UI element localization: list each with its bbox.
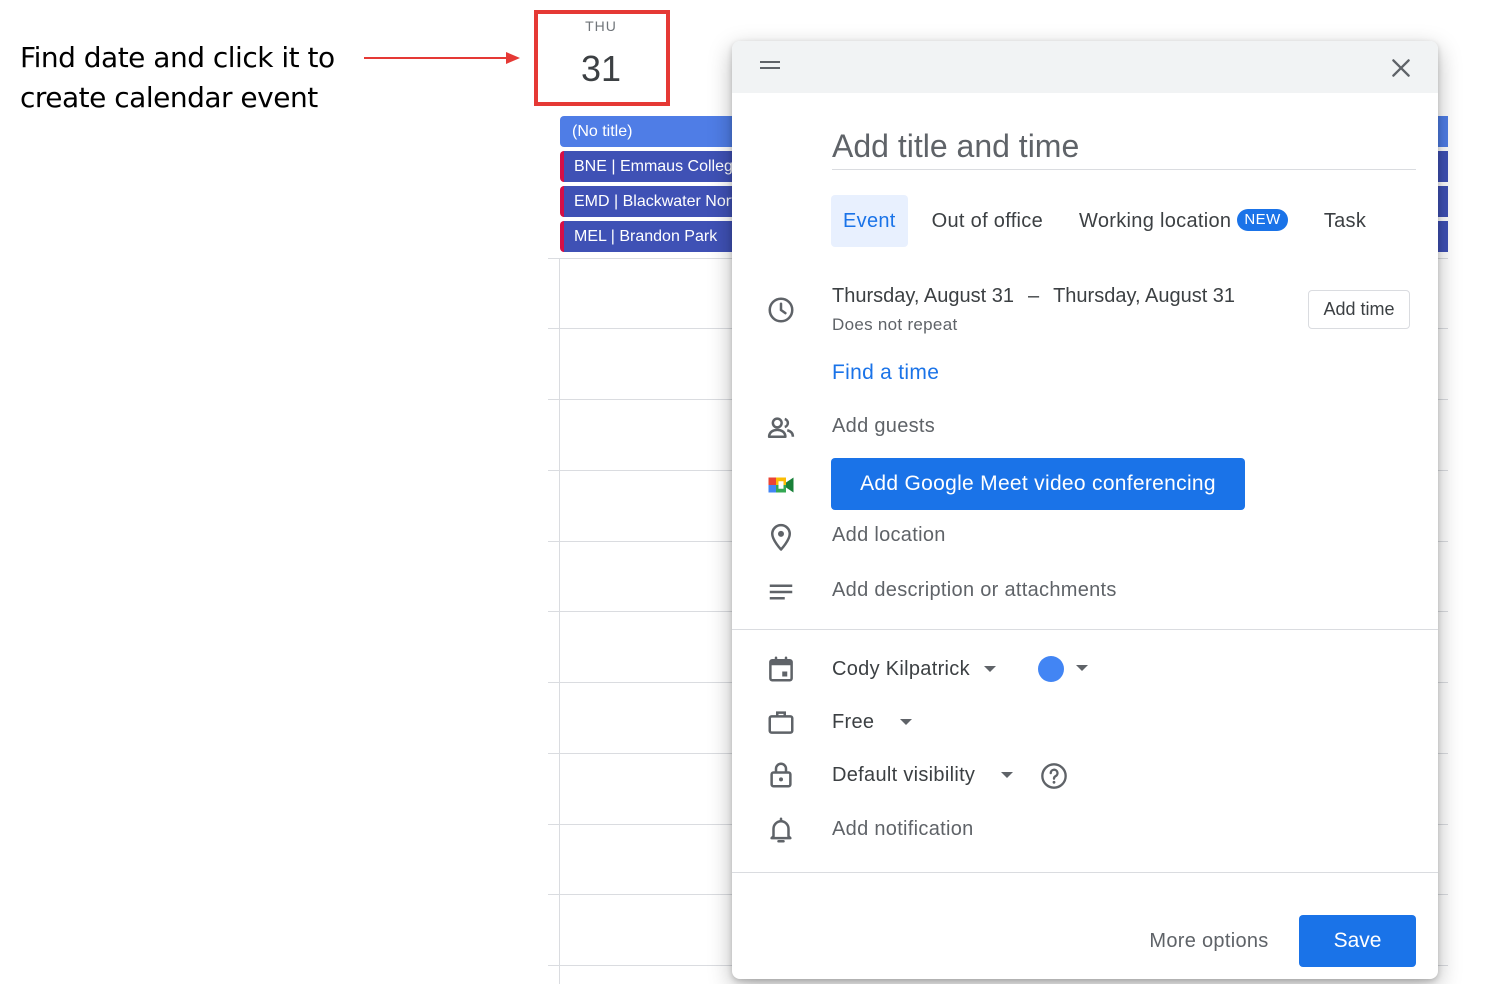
event-color-swatch[interactable] (1038, 656, 1064, 682)
highlight-box (534, 10, 670, 106)
tab-task[interactable]: Task (1312, 195, 1378, 247)
drag-handle-icon[interactable] (760, 61, 780, 71)
calendar-icon (769, 656, 793, 682)
start-date[interactable]: Thursday, August 31 (832, 285, 1014, 307)
people-icon (767, 417, 795, 438)
all-day-events: (No title) BNE | Emmaus College EMD | Bl… (560, 116, 760, 256)
dialog-header-bar[interactable] (732, 41, 1438, 93)
instruction-annotation: Find date and click it to create calenda… (20, 38, 360, 118)
end-date[interactable]: Thursday, August 31 (1053, 285, 1235, 307)
add-time-button[interactable]: Add time (1308, 290, 1410, 329)
google-meet-icon (768, 477, 794, 493)
add-notification-field[interactable]: Add notification (832, 818, 974, 841)
instruction-line-2: create calendar event (20, 81, 318, 114)
chevron-down-icon (1001, 772, 1014, 778)
availability-dropdown[interactable]: Free (832, 707, 913, 737)
adjacent-day-events (1438, 116, 1448, 256)
date-separator: – (1027, 285, 1040, 307)
tab-working-location[interactable]: Working location NEW (1067, 195, 1300, 247)
visibility-value: Default visibility (832, 763, 976, 786)
availability-value: Free (832, 710, 875, 733)
grid-vertical-line (559, 258, 560, 984)
calendar-event-fragment[interactable] (1438, 186, 1448, 217)
tab-event[interactable]: Event (831, 195, 908, 247)
add-guests-field[interactable]: Add guests (832, 415, 935, 438)
event-type-tabs: Event Out of office Working location NEW … (831, 195, 1390, 247)
lock-icon (770, 762, 792, 788)
briefcase-icon (768, 711, 794, 734)
color-chevron-down-icon[interactable] (1076, 665, 1088, 671)
notes-icon (769, 584, 793, 600)
bell-icon (770, 817, 792, 843)
arrow-icon (364, 52, 520, 64)
calendar-owner-dropdown[interactable]: Cody Kilpatrick (832, 654, 996, 684)
calendar-owner-name: Cody Kilpatrick (832, 657, 970, 680)
tab-out-of-office[interactable]: Out of office (920, 195, 1055, 247)
calendar-event[interactable]: (No title) (560, 116, 760, 147)
event-date-range[interactable]: Thursday, August 31– Thursday, August 31 (832, 285, 1235, 308)
clock-icon (768, 297, 794, 323)
tab-working-location-label: Working location (1079, 210, 1232, 232)
instruction-line-1: Find date and click it to (20, 41, 335, 74)
help-icon[interactable] (1040, 762, 1068, 790)
add-location-field[interactable]: Add location (832, 524, 946, 547)
calendar-event-fragment[interactable] (1438, 151, 1448, 182)
new-badge: NEW (1237, 208, 1288, 231)
create-event-dialog: Event Out of office Working locationNEW … (732, 41, 1438, 979)
calendar-event[interactable]: MEL | Brandon Park (560, 221, 760, 252)
event-title-input[interactable] (832, 123, 1416, 170)
repeat-setting[interactable]: Does not repeat (832, 315, 957, 335)
calendar-event-fragment[interactable] (1438, 116, 1448, 147)
chevron-down-icon (983, 666, 996, 672)
calendar-event[interactable]: EMD | Blackwater North (560, 186, 760, 217)
add-google-meet-button[interactable]: Add Google Meet video conferencing (831, 458, 1245, 510)
find-a-time-link[interactable]: Find a time (832, 361, 939, 385)
calendar-event[interactable]: BNE | Emmaus College (560, 151, 760, 182)
footer-divider (732, 872, 1438, 873)
add-description-field[interactable]: Add description or attachments (832, 579, 1117, 602)
close-icon[interactable] (1388, 55, 1414, 81)
more-options-button[interactable]: More options (1132, 915, 1286, 967)
calendar-event-fragment[interactable] (1438, 221, 1448, 252)
chevron-down-icon (900, 719, 913, 725)
location-pin-icon (771, 523, 791, 551)
save-button[interactable]: Save (1299, 915, 1416, 967)
section-divider (732, 629, 1438, 630)
visibility-dropdown[interactable]: Default visibility (832, 760, 1014, 790)
